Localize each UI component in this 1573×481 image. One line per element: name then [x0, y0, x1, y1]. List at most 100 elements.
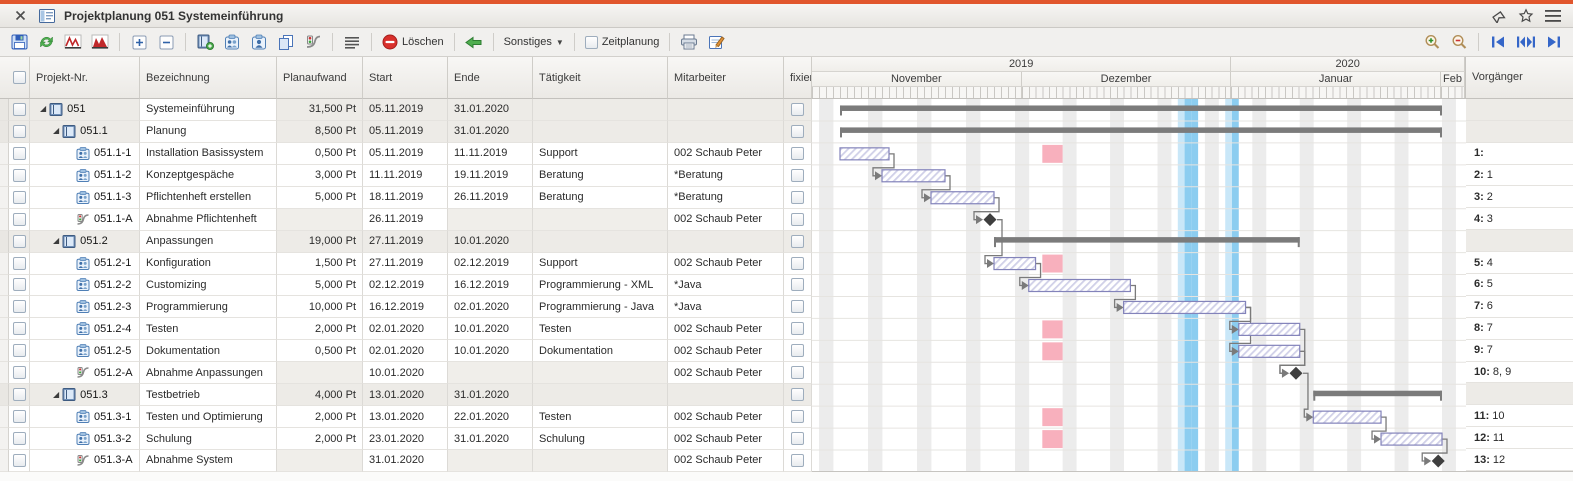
fixed-checkbox[interactable] [791, 191, 804, 204]
cell-worker[interactable] [668, 99, 784, 121]
cell-end[interactable]: 31.01.2020 [448, 428, 533, 450]
cell-effort[interactable]: 31,500 Pt [277, 99, 363, 121]
cell-activity[interactable] [533, 384, 668, 406]
cell-fixed[interactable] [784, 143, 812, 165]
cell-number[interactable]: 051.1-1 [30, 143, 140, 165]
column-header-end[interactable]: Ende [448, 57, 533, 99]
cell-predecessors[interactable]: 7: 6 [1466, 296, 1573, 318]
cell-name[interactable]: Customizing [140, 275, 277, 297]
cell-fixed[interactable] [784, 275, 812, 297]
cell-effort[interactable] [277, 450, 363, 472]
cell-name[interactable]: Abnahme Anpassungen [140, 362, 277, 384]
cell-name[interactable]: Konfiguration [140, 253, 277, 275]
cell-check[interactable] [9, 253, 30, 275]
cell-fixed[interactable] [784, 428, 812, 450]
cell-name[interactable]: Testen [140, 318, 277, 340]
chart-line-button[interactable] [61, 31, 85, 53]
back-button[interactable] [462, 31, 486, 53]
cell-name[interactable]: Installation Basissystem [140, 143, 277, 165]
cell-name[interactable]: Testbetrieb [140, 384, 277, 406]
cell-number[interactable]: ◢051.1 [30, 121, 140, 143]
cell-name[interactable]: Abnahme Pflichtenheft [140, 209, 277, 231]
column-header-worker[interactable]: Mitarbeiter [668, 57, 784, 99]
fixed-checkbox[interactable] [791, 125, 804, 138]
add-project-button[interactable] [193, 31, 217, 53]
cell-predecessors[interactable] [1466, 121, 1573, 143]
cell-check[interactable] [9, 99, 30, 121]
gantt-task-bar[interactable] [994, 258, 1036, 270]
cell-start[interactable]: 05.11.2019 [363, 121, 448, 143]
select-all-checkbox[interactable] [13, 71, 26, 84]
cell-worker[interactable]: *Java [668, 275, 784, 297]
cell-end[interactable]: 02.12.2019 [448, 253, 533, 275]
cell-fixed[interactable] [784, 121, 812, 143]
tree-expand-toggle[interactable]: ◢ [53, 391, 59, 399]
column-header-effort[interactable]: Planaufwand [277, 57, 363, 99]
cell-check[interactable] [9, 231, 30, 253]
cell-check[interactable] [9, 406, 30, 428]
cell-worker[interactable]: 002 Schaub Peter [668, 318, 784, 340]
cell-activity[interactable]: Programmierung - XML [533, 275, 668, 297]
cell-check[interactable] [9, 187, 30, 209]
gantt-task-bar[interactable] [1239, 345, 1300, 357]
fixed-checkbox[interactable] [791, 213, 804, 226]
fixed-checkbox[interactable] [791, 278, 804, 291]
cell-number[interactable]: 051.1-3 [30, 187, 140, 209]
row-select-checkbox[interactable] [13, 213, 26, 226]
copy-button[interactable] [274, 31, 298, 53]
save-button[interactable] [7, 31, 31, 53]
format-button[interactable] [704, 31, 728, 53]
cell-worker[interactable]: *Beratung [668, 165, 784, 187]
row-select-checkbox[interactable] [13, 432, 26, 445]
cell-name[interactable]: Konzeptgespäche [140, 165, 277, 187]
cell-fixed[interactable] [784, 209, 812, 231]
cell-end[interactable] [448, 450, 533, 472]
tree-expand-toggle[interactable]: ◢ [53, 237, 59, 245]
cell-end[interactable]: 31.01.2020 [448, 99, 533, 121]
zeitplanung-checkbox[interactable] [585, 36, 598, 49]
column-header-predecessors[interactable]: Vorgänger [1466, 57, 1573, 99]
cell-check[interactable] [9, 428, 30, 450]
cell-effort[interactable]: 2,000 Pt [277, 406, 363, 428]
cell-activity[interactable] [533, 231, 668, 253]
cell-effort[interactable]: 2,000 Pt [277, 318, 363, 340]
cell-activity[interactable]: Beratung [533, 187, 668, 209]
person-button[interactable] [247, 31, 271, 53]
gantt-task-bar[interactable] [1124, 301, 1246, 313]
cell-check[interactable] [9, 362, 30, 384]
cell-predecessors[interactable]: 1: [1466, 143, 1573, 165]
gantt-task-bar[interactable] [1239, 323, 1300, 335]
cell-predecessors[interactable] [1466, 230, 1573, 252]
zoom-in-button[interactable] [1420, 31, 1444, 53]
cell-name[interactable]: Planung [140, 121, 277, 143]
cell-end[interactable]: 22.01.2020 [448, 406, 533, 428]
cell-predecessors[interactable]: 10: 8, 9 [1466, 362, 1573, 384]
cell-number[interactable]: 051.3-1 [30, 406, 140, 428]
column-header-activity[interactable]: Tätigkeit [533, 57, 668, 99]
cell-activity[interactable] [533, 121, 668, 143]
row-select-checkbox[interactable] [13, 235, 26, 248]
cell-end[interactable] [448, 209, 533, 231]
cell-start[interactable]: 23.01.2020 [363, 428, 448, 450]
cell-effort[interactable]: 5,000 Pt [277, 275, 363, 297]
row-select-checkbox[interactable] [13, 454, 26, 467]
cell-predecessors[interactable]: 12: 11 [1466, 427, 1573, 449]
cell-start[interactable]: 05.11.2019 [363, 143, 448, 165]
row-select-checkbox[interactable] [13, 169, 26, 182]
row-select-checkbox[interactable] [13, 125, 26, 138]
row-select-checkbox[interactable] [13, 278, 26, 291]
cell-number[interactable]: 051.1-2 [30, 165, 140, 187]
cell-predecessors[interactable]: 3: 2 [1466, 186, 1573, 208]
cell-number[interactable]: 051.3-A [30, 450, 140, 472]
cell-fixed[interactable] [784, 99, 812, 121]
cell-start[interactable]: 31.01.2020 [363, 450, 448, 472]
column-header-check[interactable] [9, 57, 30, 99]
fixed-checkbox[interactable] [791, 235, 804, 248]
row-select-checkbox[interactable] [13, 344, 26, 357]
cell-effort[interactable]: 4,000 Pt [277, 384, 363, 406]
cell-start[interactable]: 02.01.2020 [363, 318, 448, 340]
cell-end[interactable]: 11.11.2019 [448, 143, 533, 165]
gantt-milestone-diamond[interactable] [984, 213, 997, 226]
cell-name[interactable]: Anpassungen [140, 231, 277, 253]
cell-activity[interactable] [533, 209, 668, 231]
